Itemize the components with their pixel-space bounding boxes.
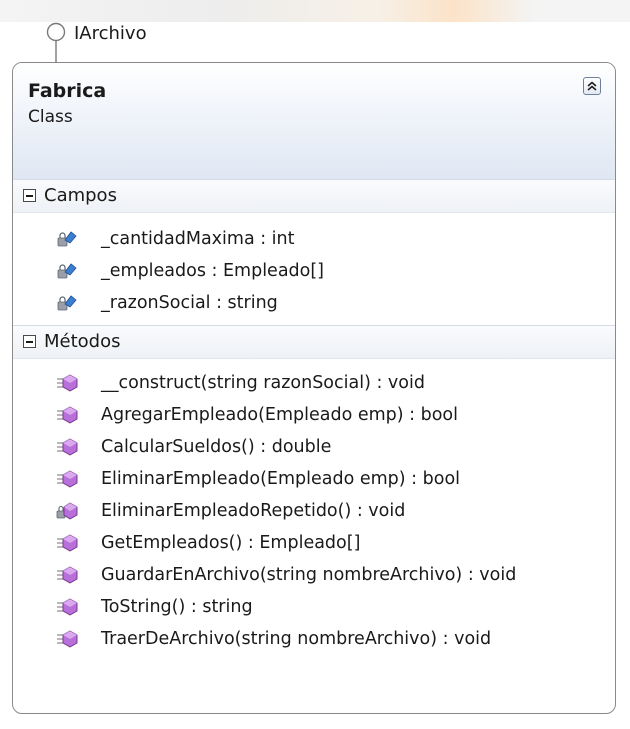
method-text: EliminarEmpleadoRepetido() : void (101, 501, 406, 521)
public-method-icon (57, 438, 78, 456)
method-item[interactable]: EliminarEmpleadoRepetido() : void (13, 495, 615, 527)
field-item[interactable]: _empleados : Empleado[] (13, 255, 615, 287)
public-method-icon (57, 534, 78, 552)
public-method-icon (57, 598, 78, 616)
private-field-icon (57, 231, 77, 247)
field-text: _razonSocial : string (101, 293, 278, 313)
method-text: __construct(string razonSocial) : void (101, 373, 425, 393)
field-text: _empleados : Empleado[] (101, 261, 325, 281)
method-item[interactable]: AgregarEmpleado(Empleado emp) : bool (13, 399, 615, 431)
section-header-campos[interactable]: Campos (13, 179, 615, 213)
method-text: ToString() : string (101, 597, 253, 617)
public-method-icon (57, 470, 78, 488)
collapse-toggle-icon[interactable] (23, 189, 36, 202)
method-text: AgregarEmpleado(Empleado emp) : bool (101, 405, 458, 425)
private-field-icon (57, 263, 77, 279)
collapse-toggle-icon[interactable] (23, 335, 36, 348)
section-header-metodos[interactable]: Métodos (13, 325, 615, 359)
private-method-icon (56, 502, 78, 520)
public-method-icon (57, 406, 78, 424)
method-text: CalcularSueldos() : double (101, 437, 332, 457)
field-item[interactable]: _razonSocial : string (13, 287, 615, 319)
method-text: GetEmpleados() : Empleado[] (101, 533, 361, 553)
method-text: GuardarEnArchivo(string nombreArchivo) :… (101, 565, 517, 585)
method-item[interactable]: ToString() : string (13, 591, 615, 623)
method-item[interactable]: __construct(string razonSocial) : void (13, 367, 615, 399)
section-label-campos: Campos (44, 185, 117, 206)
section-label-metodos: Métodos (44, 331, 121, 352)
method-item[interactable]: EliminarEmpleado(Empleado emp) : bool (13, 463, 615, 495)
method-text: TraerDeArchivo(string nombreArchivo) : v… (101, 629, 492, 649)
private-field-icon (57, 295, 77, 311)
field-text: _cantidadMaxima : int (101, 229, 295, 249)
class-name: Fabrica (28, 80, 107, 102)
collapse-class-button[interactable] (583, 77, 601, 95)
class-header[interactable]: Fabrica Class (13, 63, 615, 180)
public-method-icon (57, 374, 78, 392)
public-method-icon (57, 566, 78, 584)
field-item[interactable]: _cantidadMaxima : int (13, 223, 615, 255)
method-item[interactable]: GetEmpleados() : Empleado[] (13, 527, 615, 559)
interface-name: IArchivo (74, 23, 147, 44)
method-item[interactable]: GuardarEnArchivo(string nombreArchivo) :… (13, 559, 615, 591)
class-shape[interactable]: Fabrica Class Campos _cantidadMaxima : i… (12, 62, 616, 714)
method-item[interactable]: CalcularSueldos() : double (13, 431, 615, 463)
method-text: EliminarEmpleado(Empleado emp) : bool (101, 469, 461, 489)
double-chevron-up-icon (587, 81, 597, 91)
public-method-icon (57, 630, 78, 648)
class-kind: Class (28, 107, 73, 127)
method-item[interactable]: TraerDeArchivo(string nombreArchivo) : v… (13, 623, 615, 655)
